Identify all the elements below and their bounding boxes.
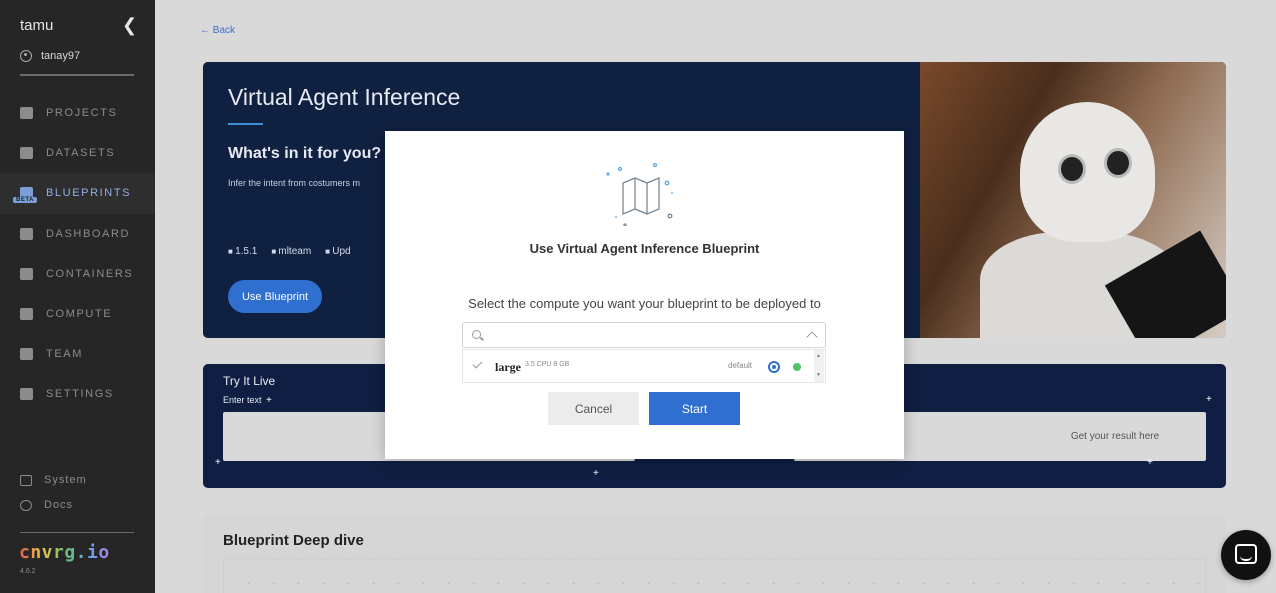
- deep-dive-title: Blueprint Deep dive: [223, 532, 364, 549]
- chat-icon: [1235, 544, 1257, 564]
- blueprint-meta: 1.5.1 mlteam Upd: [228, 246, 351, 257]
- dashboard-icon: [20, 227, 33, 240]
- version-label: 1.5.1: [228, 246, 257, 257]
- robot-eye: [1058, 154, 1086, 184]
- check-icon: [472, 358, 483, 369]
- star-decoration: +: [1206, 394, 1212, 405]
- system-label: System: [44, 474, 87, 486]
- map-icon: [606, 162, 673, 226]
- option-scrollbar[interactable]: [814, 350, 824, 382]
- sidebar-item-dashboard[interactable]: DASHBOARD: [0, 214, 155, 254]
- star-decoration: +: [215, 457, 221, 468]
- username: tanay97: [41, 50, 81, 62]
- team-icon: [20, 348, 33, 361]
- page-title: Virtual Agent Inference: [228, 84, 461, 110]
- sidebar-item-label: DASHBOARD: [46, 227, 131, 240]
- compute-spec: 3.5 CPU 8 GB: [525, 361, 570, 368]
- collapse-sidebar-icon[interactable]: ❮: [122, 15, 137, 35]
- compute-name: large: [495, 360, 521, 374]
- sidebar-item-label: TEAM: [46, 348, 83, 361]
- settings-icon: [20, 388, 33, 401]
- docs-label: Docs: [44, 499, 74, 511]
- sidebar-item-label: CONTAINERS: [46, 267, 134, 280]
- compute-icon: [20, 308, 33, 321]
- hero-description: Infer the intent from costumers m: [228, 178, 361, 188]
- start-button[interactable]: Start: [649, 392, 740, 425]
- sidebar-item-label: PROJECTS: [46, 107, 118, 120]
- sidebar-item-team[interactable]: TEAM: [0, 334, 155, 374]
- sidebar-item-settings[interactable]: SETTINGS: [0, 374, 155, 414]
- star-decoration: +: [1147, 457, 1153, 468]
- cnvrg-logo: cnvrg.io: [19, 542, 110, 563]
- sidebar-item-label: BLUEPRINTS: [46, 187, 132, 200]
- compute-tag: default: [728, 361, 753, 370]
- robot-head: [1020, 102, 1155, 242]
- help-icon: [20, 499, 32, 511]
- beta-badge: BETA: [13, 197, 37, 204]
- title-underline: [228, 123, 263, 125]
- sidebar-item-containers[interactable]: CONTAINERS: [0, 254, 155, 294]
- use-blueprint-button[interactable]: Use Blueprint: [228, 280, 322, 313]
- deep-dive-canvas: [223, 558, 1206, 593]
- chevron-up-icon[interactable]: [806, 331, 818, 343]
- sidebar-divider: [20, 74, 134, 76]
- robot-image: [920, 62, 1226, 338]
- modal-description: Select the compute you want your bluepri…: [468, 296, 821, 311]
- author-label: mlteam: [271, 246, 311, 257]
- sidebar-item-system[interactable]: System: [20, 474, 87, 486]
- modal-title: Use Virtual Agent Inference Blueprint: [529, 241, 760, 256]
- back-label: Back: [212, 25, 236, 36]
- containers-icon: [20, 267, 33, 280]
- star-decoration: +: [593, 468, 599, 479]
- cancel-button[interactable]: Cancel: [548, 392, 639, 425]
- datasets-icon: [20, 147, 33, 160]
- sidebar-item-blueprints[interactable]: BLUEPRINTS BETA: [0, 173, 155, 214]
- sidebar-item-compute[interactable]: COMPUTE: [0, 294, 155, 334]
- sidebar-item-datasets[interactable]: DATASETS: [0, 133, 155, 173]
- sidebar: tamu ❮ tanay97 PROJECTS DATASETS BLUEPRI…: [0, 0, 155, 593]
- projects-icon: [20, 107, 33, 120]
- app-version: 4.6.2: [20, 568, 36, 575]
- chat-launcher[interactable]: [1221, 530, 1271, 580]
- sidebar-item-projects[interactable]: PROJECTS: [0, 93, 155, 133]
- sidebar-nav: PROJECTS DATASETS BLUEPRINTS BETA DASHBO…: [0, 93, 155, 415]
- star-decoration: +: [266, 395, 272, 406]
- sidebar-item-label: DATASETS: [46, 147, 116, 160]
- deep-dive-section: Blueprint Deep dive: [203, 514, 1226, 593]
- hero-subtitle: What's in it for you?: [228, 145, 382, 162]
- search-icon: [472, 330, 481, 339]
- sidebar-item-label: COMPUTE: [46, 308, 113, 321]
- compute-option[interactable]: large 3.5 CPU 8 GB default: [462, 349, 826, 383]
- org-name: tamu: [20, 17, 54, 34]
- try-live-title: Try It Live: [223, 374, 276, 388]
- use-blueprint-modal: Use Virtual Agent Inference Blueprint Se…: [385, 131, 904, 459]
- input-label: Enter text: [223, 395, 262, 405]
- user-info[interactable]: tanay97: [20, 50, 80, 62]
- sidebar-item-docs[interactable]: Docs: [20, 499, 73, 511]
- back-link[interactable]: ← Back: [200, 25, 235, 36]
- compute-radio[interactable]: [768, 361, 780, 373]
- user-icon: [20, 50, 32, 62]
- updated-label: Upd: [325, 246, 350, 257]
- robot-eye: [1104, 148, 1132, 178]
- system-icon: [20, 474, 32, 486]
- compute-search-input[interactable]: [462, 322, 826, 348]
- status-dot: [793, 363, 801, 371]
- sidebar-item-label: SETTINGS: [46, 388, 114, 401]
- sidebar-divider: [20, 532, 134, 533]
